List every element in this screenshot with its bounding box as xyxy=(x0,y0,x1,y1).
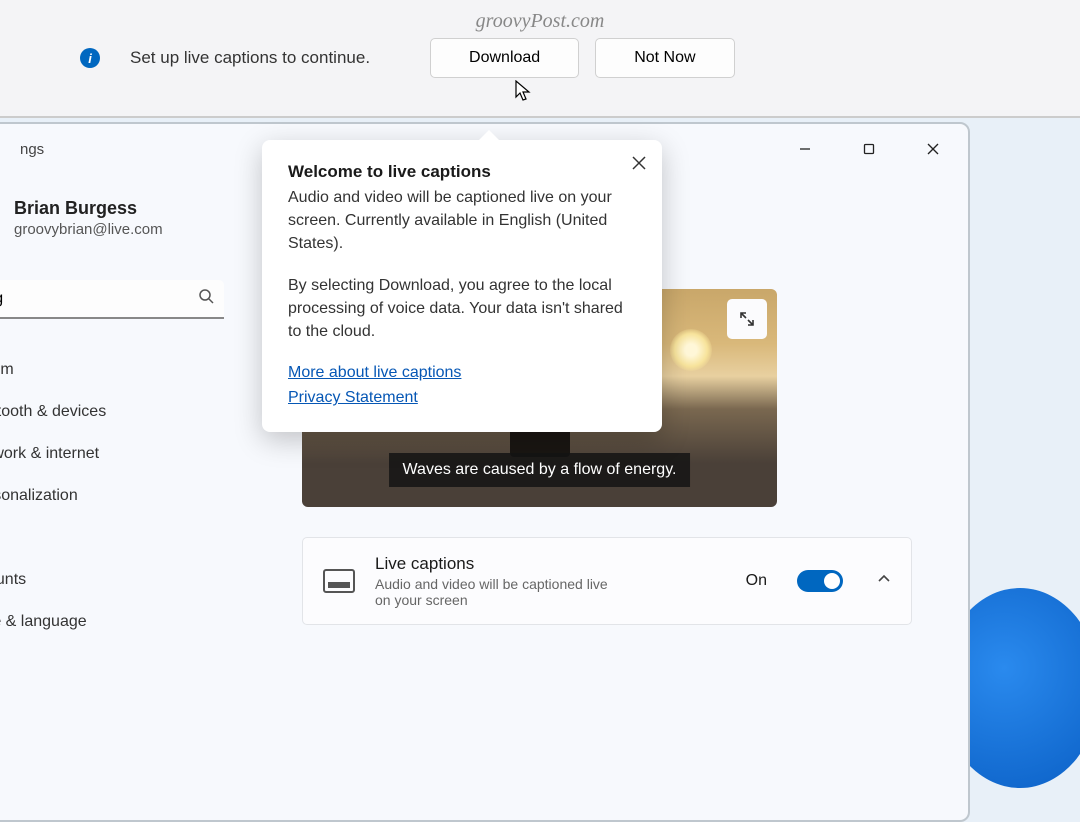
expand-button[interactable] xyxy=(727,299,767,339)
toggle-state-label: On xyxy=(746,572,767,590)
caption-overlay: Waves are caused by a flow of energy. xyxy=(389,453,691,487)
sidebar-item-bluetooth[interactable]: uetooth & devices xyxy=(0,391,242,433)
card-title: Live captions xyxy=(375,554,726,574)
welcome-popover: Welcome to live captions Audio and video… xyxy=(262,140,662,432)
sidebar-item-apps[interactable]: ps xyxy=(0,517,242,559)
card-description: Audio and video will be captioned live o… xyxy=(375,576,625,608)
live-captions-toggle[interactable] xyxy=(797,570,843,592)
popover-title: Welcome to live captions xyxy=(288,162,636,182)
watermark-text: groovyPost.com xyxy=(476,10,605,33)
download-button[interactable]: Download xyxy=(430,38,579,78)
cursor-icon xyxy=(515,80,533,108)
popover-paragraph-1: Audio and video will be captioned live o… xyxy=(288,186,636,256)
minimize-button[interactable] xyxy=(788,135,822,163)
close-button[interactable] xyxy=(916,135,950,163)
search-field[interactable] xyxy=(0,290,198,308)
popover-close-button[interactable] xyxy=(632,154,646,175)
user-email: groovybrian@live.com xyxy=(14,221,242,238)
window-title: ngs xyxy=(20,141,44,158)
captions-icon xyxy=(323,569,355,593)
popover-paragraph-2: By selecting Download, you agree to the … xyxy=(288,274,636,344)
nav-list: stem uetooth & devices etwork & internet… xyxy=(0,349,242,643)
live-captions-card[interactable]: Live captions Audio and video will be ca… xyxy=(302,537,912,625)
privacy-statement-link[interactable]: Privacy Statement xyxy=(288,386,636,409)
search-input[interactable] xyxy=(0,280,224,319)
sidebar-item-network[interactable]: etwork & internet xyxy=(0,433,242,475)
sidebar-item-personalization[interactable]: ersonalization xyxy=(0,475,242,517)
user-name: Brian Burgess xyxy=(14,198,242,219)
sidebar-item-time-language[interactable]: me & language xyxy=(0,601,242,643)
info-icon: i xyxy=(80,48,100,68)
maximize-button[interactable] xyxy=(852,135,886,163)
banner-message: Set up live captions to continue. xyxy=(130,48,370,68)
sidebar: Brian Burgess groovybrian@live.com stem … xyxy=(0,168,262,820)
sidebar-item-system[interactable]: stem xyxy=(0,349,242,391)
chevron-up-icon[interactable] xyxy=(877,572,891,591)
sidebar-item-accounts[interactable]: counts xyxy=(0,559,242,601)
search-icon xyxy=(198,288,214,309)
not-now-button[interactable]: Not Now xyxy=(595,38,734,78)
sun-graphic xyxy=(670,329,712,371)
more-about-link[interactable]: More about live captions xyxy=(288,361,636,384)
